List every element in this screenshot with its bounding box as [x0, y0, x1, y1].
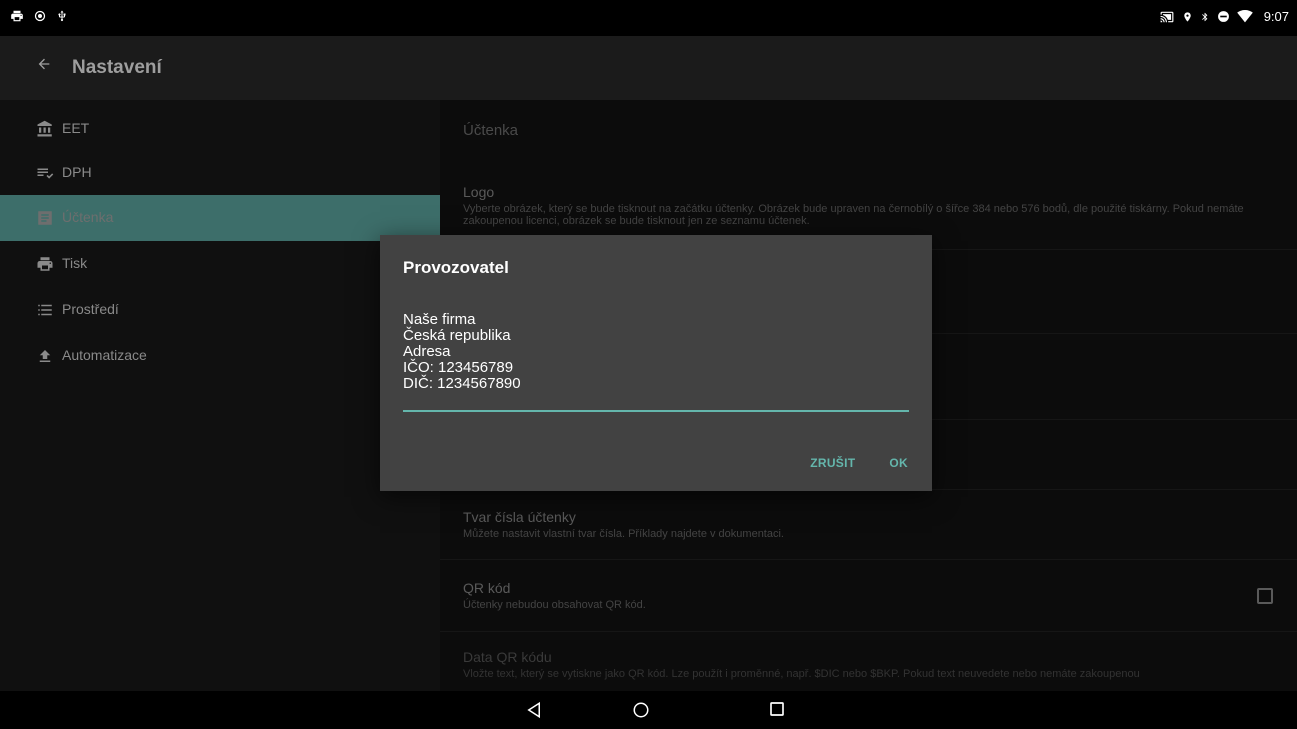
list-check-icon [37, 168, 54, 179]
section-title: Účtenka [463, 122, 519, 139]
sidebar: EET DPH Účtenka Tisk Prostředí Automatiz… [0, 100, 440, 691]
pref-summary: Vyberte obrázek, který se bude tisknout … [463, 203, 1244, 227]
pref-receipt-number[interactable]: Tvar čísla účtenky Můžete nastavit vlast… [440, 490, 1297, 560]
pref-qr-data[interactable]: Data QR kódu Vložte text, který se vytis… [440, 632, 1297, 691]
sidebar-item-label: Účtenka [62, 209, 114, 225]
pref-summary: Můžete nastavit vlastní tvar čísla. Přík… [463, 528, 784, 540]
sidebar-item-label: DPH [62, 164, 92, 180]
status-right-icons: 9:07 [1159, 9, 1289, 24]
do-not-disturb-icon [1217, 11, 1229, 22]
qr-code-checkbox[interactable] [1257, 588, 1273, 604]
text-line: DIČ: 1234567890 [403, 375, 521, 392]
sidebar-item-tisk[interactable]: Tisk [0, 241, 440, 287]
pref-summary: Vložte text, který se vytiskne jako QR k… [463, 668, 1140, 680]
sidebar-item-automatizace[interactable]: Automatizace [0, 333, 440, 379]
text-line: Adresa [403, 343, 451, 360]
sidebar-item-label: Prostředí [62, 301, 119, 317]
pref-title: Logo [463, 184, 495, 200]
upload-icon [39, 350, 51, 362]
text-line: Naše firma [403, 311, 476, 328]
home-circle-icon[interactable] [632, 701, 650, 719]
pref-summary: Účtenky nebudou obsahovat QR kód. [463, 599, 646, 611]
arrow-back-icon[interactable] [36, 56, 52, 72]
receipt-icon [38, 211, 52, 225]
usb-icon [58, 10, 66, 22]
printer-icon [37, 257, 53, 271]
text-line: IČO: 123456789 [403, 359, 514, 376]
list-icon [38, 304, 52, 316]
back-triangle-icon[interactable] [525, 701, 543, 719]
cast-icon [1160, 11, 1174, 22]
pref-title: QR kód [463, 580, 511, 596]
dialog-buttons: ZRUŠIT OK [810, 456, 908, 470]
pref-title: Data QR kódu [463, 649, 552, 665]
sidebar-item-eet[interactable]: EET [0, 106, 440, 152]
status-left-icons [10, 9, 68, 23]
pref-qr-code[interactable]: QR kód Účtenky nebudou obsahovat QR kód. [440, 560, 1297, 632]
dialog-title: Provozovatel [403, 258, 509, 277]
sidebar-item-dph[interactable]: DPH [0, 150, 440, 196]
location-circle-icon [34, 10, 46, 22]
provozovatel-dialog: Provozovatel Naše firma Česká republika … [380, 235, 932, 491]
text-line: Česká republika [403, 327, 511, 344]
ok-button[interactable]: OK [889, 456, 908, 470]
status-bar: 9:07 [0, 0, 1297, 36]
sidebar-item-label: Automatizace [62, 347, 147, 363]
bank-icon [37, 120, 52, 137]
app-bar: Nastavení [0, 36, 1297, 100]
sidebar-item-label: EET [62, 120, 90, 136]
printer-icon [11, 10, 23, 22]
sidebar-item-prostredi[interactable]: Prostředí [0, 287, 440, 333]
system-nav-bar [0, 691, 1297, 729]
status-time: 9:07 [1263, 9, 1289, 24]
operator-text-field[interactable]: Naše firma Česká republika Adresa IČO: 1… [403, 312, 909, 412]
wifi-icon [1236, 10, 1253, 23]
cancel-button[interactable]: ZRUŠIT [810, 456, 855, 470]
sidebar-item-uctenka[interactable]: Účtenka [0, 195, 440, 241]
page-title: Nastavení [72, 57, 162, 78]
recents-square-icon[interactable] [769, 701, 785, 717]
bluetooth-icon [1201, 12, 1208, 21]
sidebar-item-label: Tisk [62, 255, 88, 271]
pref-title: Tvar čísla účtenky [463, 509, 576, 525]
location-icon [1183, 11, 1191, 22]
